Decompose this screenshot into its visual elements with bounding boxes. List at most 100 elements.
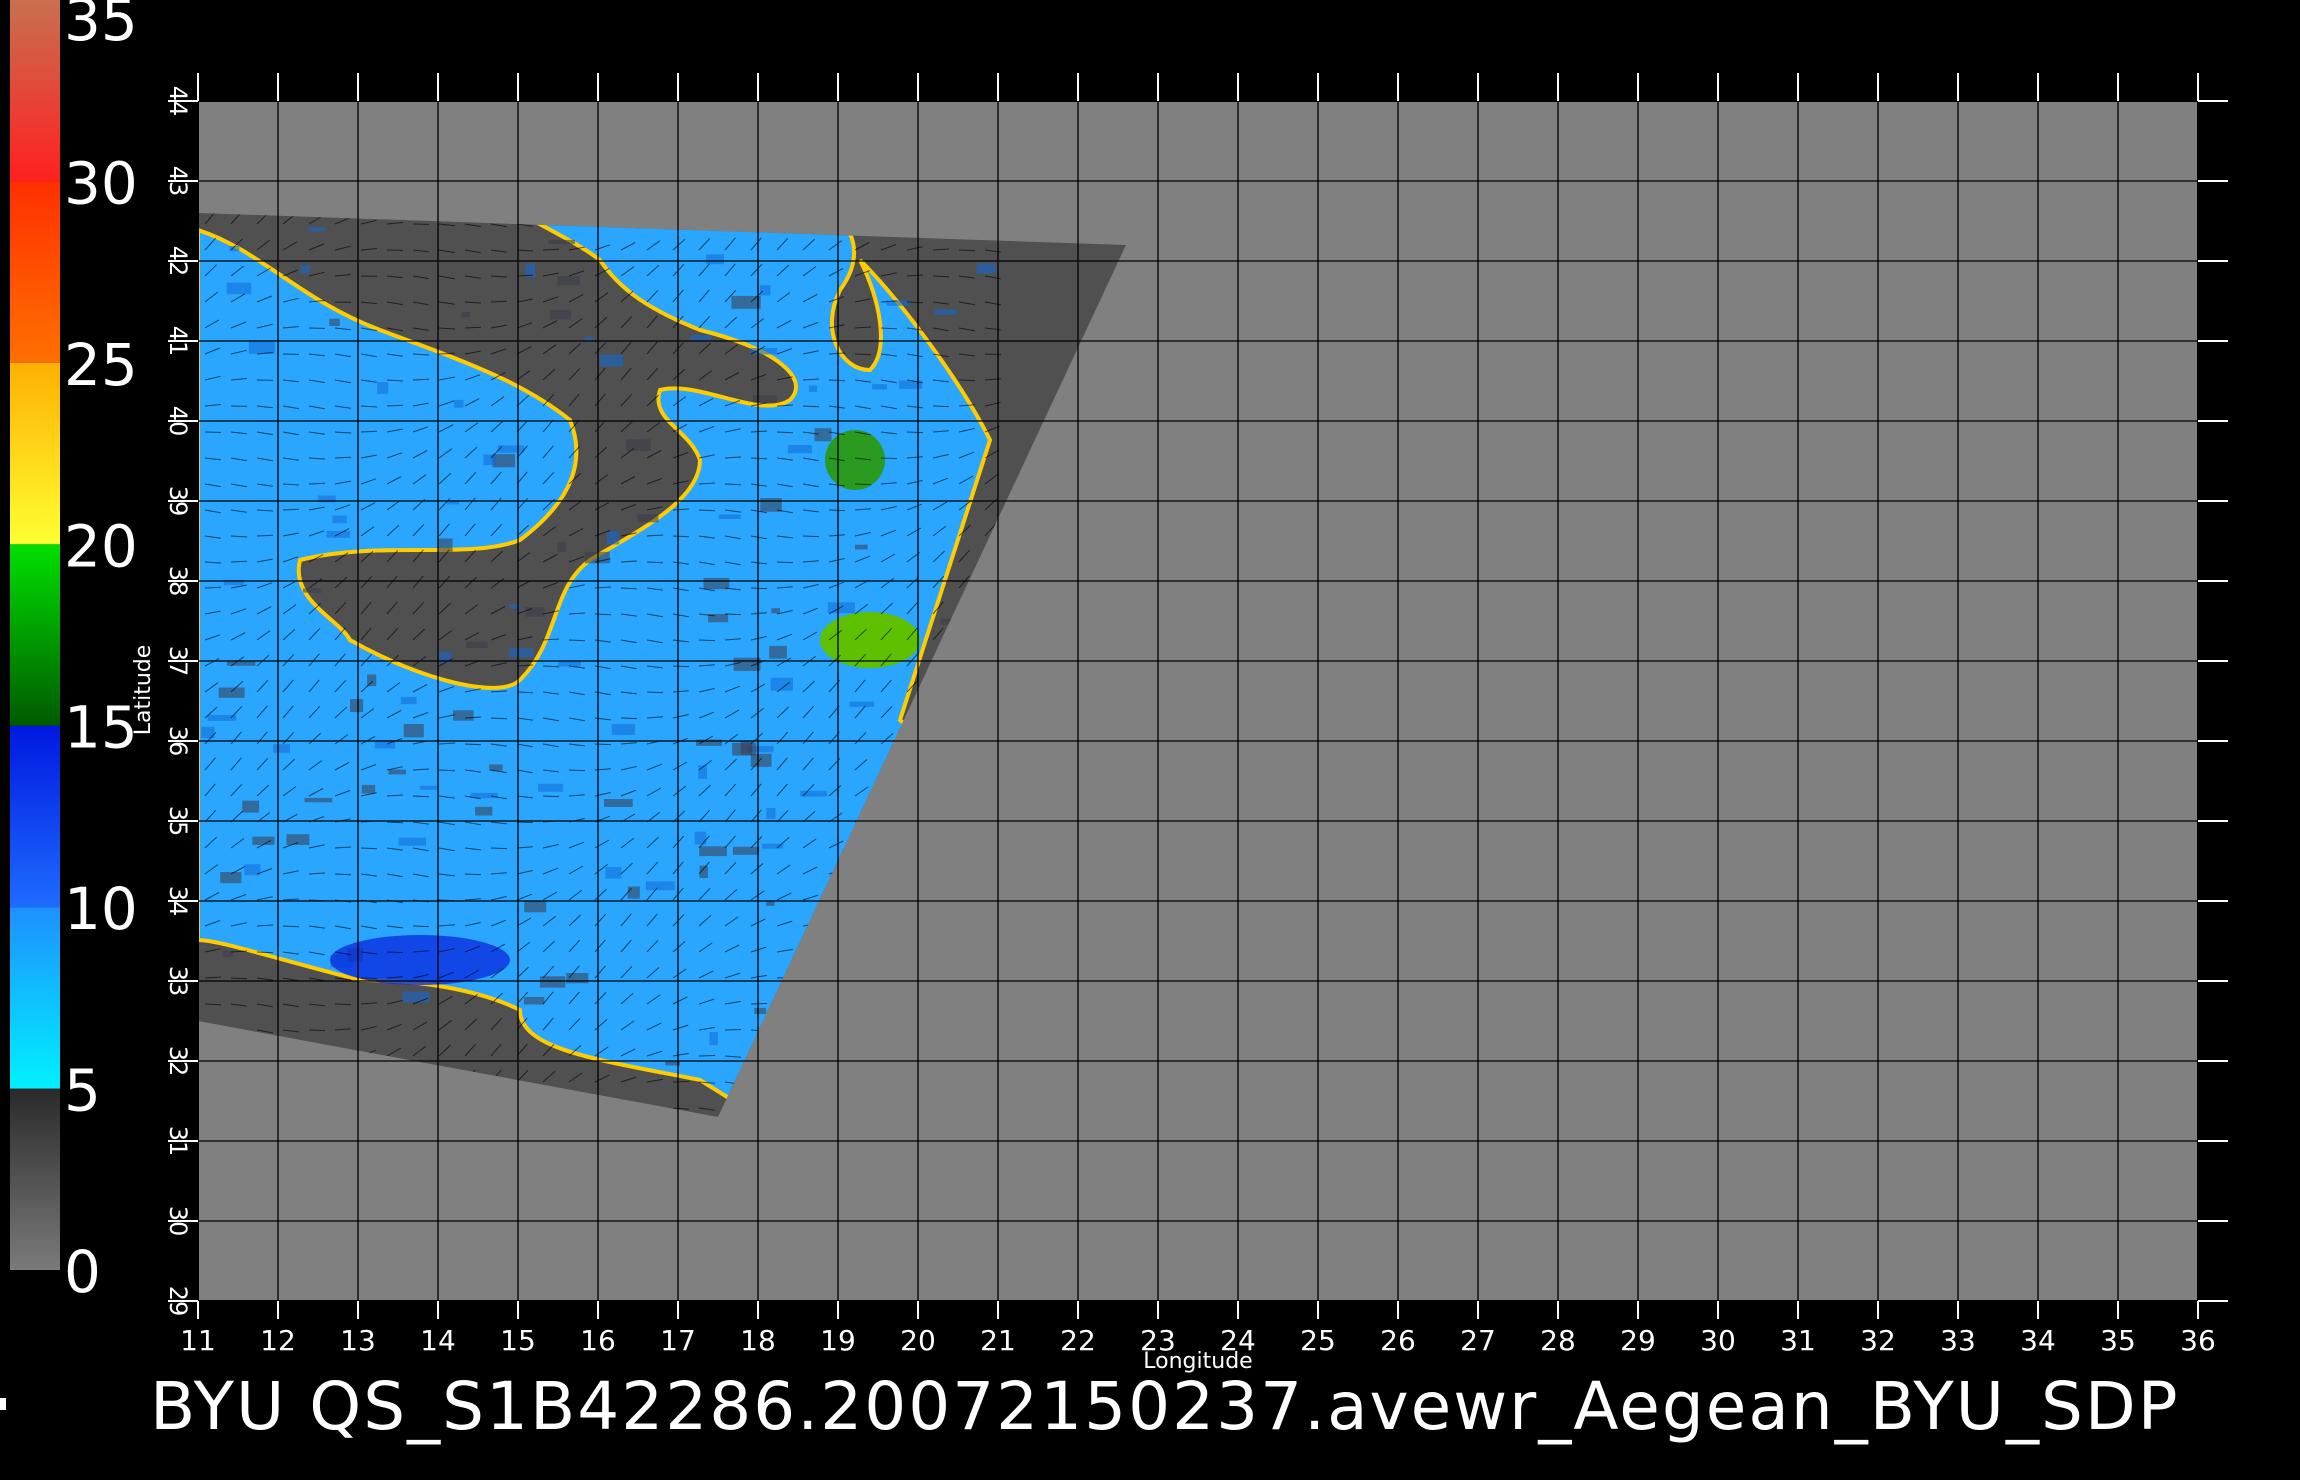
edge-mark xyxy=(0,1398,6,1410)
longitude-tick-label: 32 xyxy=(1860,1324,1896,1357)
sea-speckle xyxy=(705,254,724,265)
colorbar-band xyxy=(10,725,60,908)
sea-speckle xyxy=(605,867,622,879)
sea-speckle xyxy=(626,439,651,451)
sea-speckle xyxy=(248,340,275,354)
sea-speckle xyxy=(808,385,818,392)
longitude-tick-label: 19 xyxy=(820,1324,856,1357)
latitude-tick-label: 29 xyxy=(164,1286,192,1317)
sea-speckle xyxy=(599,354,624,367)
colorbar-tick-label: 35 xyxy=(64,0,138,54)
sea-speckle xyxy=(740,741,753,755)
latitude-tick-label: 43 xyxy=(164,166,192,197)
sea-speckle xyxy=(539,976,566,988)
latitude-tick-labels: 29 30 31 32 33 34 35 36 37 38 39 40 41 42 43 44 xyxy=(164,86,192,1317)
y-axis-label: Latitude xyxy=(131,645,156,736)
wind-barb xyxy=(828,509,846,512)
latitude-tick-label: 35 xyxy=(164,806,192,837)
wind-barb xyxy=(932,405,950,408)
wind-barb xyxy=(412,925,430,928)
sea-speckle xyxy=(732,846,760,855)
wind-barb xyxy=(672,1081,690,1083)
latitude-tick-label: 44 xyxy=(164,86,192,117)
sea-speckle xyxy=(524,901,547,913)
sea-speckle xyxy=(525,607,545,617)
wind-barb xyxy=(360,977,378,980)
wind-barb xyxy=(906,431,924,434)
longitude-tick-label: 29 xyxy=(1620,1324,1656,1357)
wind-barb xyxy=(490,847,508,850)
sea-speckle xyxy=(611,724,635,735)
longitude-tick-label: 16 xyxy=(580,1324,616,1357)
product-caption: BYU QS_S1B42286.20072150237.avewr_Aegean… xyxy=(150,1368,2180,1445)
wind-barb xyxy=(750,587,768,590)
latitude-tick-label: 38 xyxy=(164,566,192,597)
latitude-tick-label: 39 xyxy=(164,486,192,517)
longitude-tick-label: 17 xyxy=(660,1324,696,1357)
sea-speckle xyxy=(350,699,364,713)
sea-speckle xyxy=(549,309,572,320)
sea-speckle xyxy=(508,648,534,658)
wind-barb xyxy=(958,379,976,382)
sea-speckle xyxy=(814,428,832,442)
sea-speckle xyxy=(750,753,772,767)
sea-speckle xyxy=(523,997,545,1005)
latitude-tick-label: 37 xyxy=(164,646,192,677)
wind-map-figure: 0 5 10 15 20 25 30 35 11 12 13 14 15 16 17 18 19 20 21 22 2… xyxy=(10,0,2228,1374)
sea-speckle xyxy=(308,227,326,232)
high-wind-patch xyxy=(825,430,885,490)
sea-speckle xyxy=(607,531,620,545)
sea-speckle xyxy=(753,395,777,403)
colorbar-band xyxy=(10,362,60,545)
sea-speckle xyxy=(220,872,242,884)
longitude-tick-label: 34 xyxy=(2020,1324,2056,1357)
wind-barb xyxy=(698,1055,716,1057)
sea-speckle xyxy=(754,1007,767,1014)
sea-speckle xyxy=(548,239,575,245)
longitude-tick-label: 18 xyxy=(740,1324,776,1357)
latitude-tick-label: 30 xyxy=(164,1206,192,1237)
sea-speckle xyxy=(800,790,828,797)
sea-speckle xyxy=(976,263,996,274)
sea-speckle xyxy=(461,311,471,318)
sea-speckle xyxy=(762,843,784,849)
colorbar-tick-label: 10 xyxy=(64,875,138,943)
sea-speckle xyxy=(827,602,855,614)
longitude-tick-label: 20 xyxy=(900,1324,936,1357)
colorbar-tick-label: 15 xyxy=(64,694,138,762)
longitude-tick-label: 14 xyxy=(420,1324,456,1357)
sea-speckle xyxy=(475,806,493,816)
colorbar-band xyxy=(10,1088,60,1270)
sea-speckle xyxy=(709,1032,718,1046)
wind-barb xyxy=(516,821,534,824)
sea-speckle xyxy=(872,384,887,390)
sea-speckle xyxy=(332,515,347,524)
latitude-tick-label: 36 xyxy=(164,726,192,757)
sea-speckle xyxy=(627,886,640,899)
longitude-tick-label: 26 xyxy=(1380,1324,1416,1357)
strong-wind-zone xyxy=(330,935,510,985)
sea-speckle xyxy=(760,498,782,512)
latitude-tick-label: 34 xyxy=(164,886,192,917)
sea-speckle xyxy=(694,831,707,845)
wind-barb xyxy=(334,1003,352,1006)
sea-speckle xyxy=(398,837,426,846)
sea-speckle xyxy=(557,276,580,286)
latitude-tick-label: 41 xyxy=(164,326,192,357)
wind-barb xyxy=(464,873,482,876)
high-wind-patch xyxy=(820,612,920,668)
sea-speckle xyxy=(300,264,310,274)
wind-barb xyxy=(776,561,794,564)
longitude-tick-label: 30 xyxy=(1700,1324,1736,1357)
sea-speckle xyxy=(227,661,256,666)
sea-speckle xyxy=(361,784,376,794)
longitude-tick-label: 11 xyxy=(180,1324,216,1357)
sea-speckle xyxy=(750,348,778,355)
sea-speckle xyxy=(703,577,730,590)
sea-speckle xyxy=(645,881,675,891)
sea-speckle xyxy=(420,785,439,790)
longitude-tick-label: 13 xyxy=(340,1324,376,1357)
longitude-tick-label: 21 xyxy=(980,1324,1016,1357)
sea-speckle xyxy=(286,834,310,845)
colorbar-band xyxy=(10,181,60,363)
